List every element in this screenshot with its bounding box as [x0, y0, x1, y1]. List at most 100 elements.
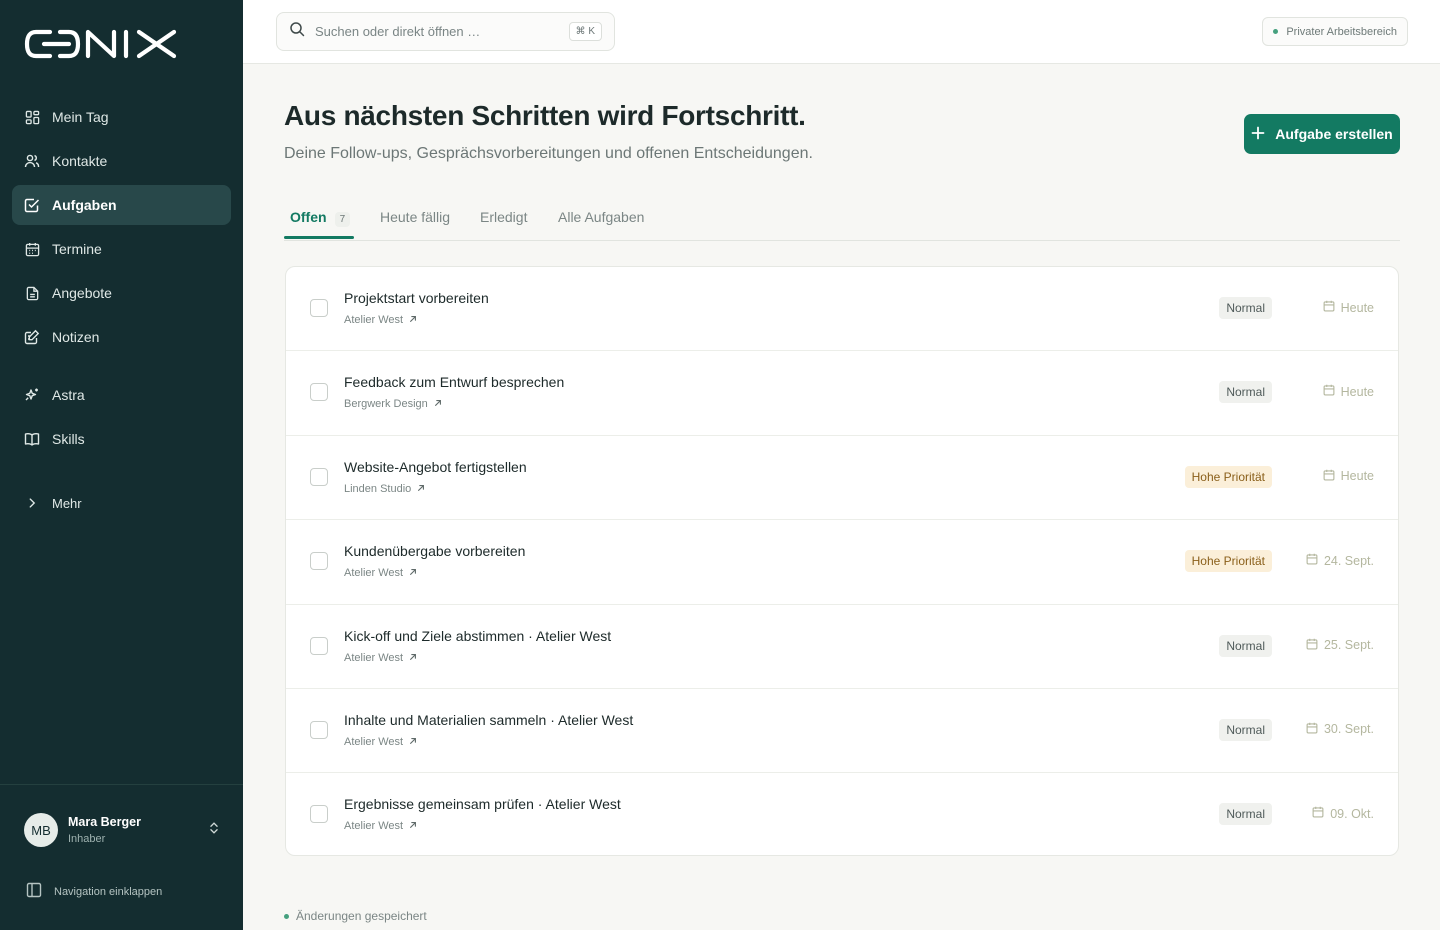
sidebar-item-label: Angebote — [52, 285, 112, 301]
sidebar-item-astra[interactable]: Astra — [12, 375, 231, 415]
calendar-icon — [1323, 384, 1335, 399]
sidebar-item-skills[interactable]: Skills — [12, 419, 231, 459]
task-company-link[interactable]: Atelier West — [344, 314, 417, 326]
task-row[interactable]: Kick-off und Ziele abstimmen · Atelier W… — [286, 605, 1398, 689]
tab-label: Heute fällig — [380, 209, 451, 225]
search-box[interactable]: ⌘ K — [276, 12, 615, 51]
workspace-switcher[interactable]: Privater Arbeitsbereich — [1262, 17, 1408, 46]
priority-badge: Hohe Priorität — [1184, 465, 1272, 488]
sidebar-item-label: Termine — [52, 241, 102, 257]
tab-count-badge: 7 — [334, 212, 351, 227]
tab-label: Alle Aufgaben — [558, 209, 645, 225]
task-checkbox[interactable] — [310, 720, 328, 739]
task-company: Atelier West — [344, 735, 404, 748]
create-task-button[interactable]: Aufgabe erstellen — [1244, 114, 1400, 154]
priority-badge: Normal — [1219, 718, 1272, 741]
task-row[interactable]: Kundenübergabe vorbereiten Atelier West … — [286, 520, 1398, 605]
task-due-date: 25. Sept. — [1306, 638, 1374, 653]
collapse-navigation-button[interactable]: Navigation einklappen — [26, 882, 162, 901]
tab-label: Erledigt — [480, 209, 528, 225]
task-row[interactable]: Website-Angebot fertigstellen Linden Stu… — [286, 436, 1398, 521]
sidebar-divider — [0, 784, 243, 785]
due-label: 24. Sept. — [1323, 553, 1374, 568]
due-label: 30. Sept. — [1323, 722, 1374, 737]
book-icon — [24, 431, 40, 447]
keyboard-shortcut-hint: ⌘ K — [568, 22, 602, 41]
task-company-link[interactable]: Linden Studio — [344, 483, 425, 495]
task-company: Bergwerk Design — [344, 398, 428, 411]
arrow-up-right-icon — [434, 398, 442, 410]
sidebar-item-kontakte[interactable]: Kontakte — [12, 141, 231, 181]
sidebar-item-label: Notizen — [52, 329, 100, 345]
task-due-date: Heute — [1323, 384, 1374, 399]
task-company-link[interactable]: Atelier West — [344, 820, 417, 832]
user-role: Inhaber — [68, 833, 106, 845]
task-due-date: 09. Okt. — [1312, 806, 1374, 821]
task-tabs: Offen 7 Heute fällig Erledigt Alle Aufgab… — [284, 200, 1400, 241]
task-company-link[interactable]: Atelier West — [344, 736, 417, 748]
task-checkbox[interactable] — [310, 805, 328, 824]
sidebar-item-label: Skills — [52, 431, 85, 447]
sidebar-item-mein-tag[interactable]: Mein Tag — [12, 97, 231, 137]
check-square-icon — [24, 197, 40, 213]
task-company: Atelier West — [344, 567, 404, 580]
task-company: Atelier West — [344, 651, 404, 664]
arrow-up-right-icon — [409, 736, 417, 748]
priority-badge: Normal — [1219, 634, 1272, 657]
task-title: Ergebnisse gemeinsam prüfen · Atelier We… — [344, 796, 621, 813]
task-row[interactable]: Projektstart vorbereiten Atelier West No… — [286, 267, 1398, 352]
page-subtitle: Deine Follow-ups, Gesprächsvorbereitunge… — [284, 145, 813, 162]
user-name: Mara Berger — [68, 815, 141, 829]
task-checkbox[interactable] — [310, 467, 328, 486]
tab-erledigt[interactable]: Erledigt — [480, 209, 527, 225]
task-list: Projektstart vorbereiten Atelier West No… — [285, 266, 1399, 856]
task-checkbox[interactable] — [310, 552, 328, 571]
workspace-label: Privater Arbeitsbereich — [1286, 25, 1397, 38]
priority-badge: Normal — [1219, 297, 1272, 319]
task-checkbox[interactable] — [310, 636, 328, 655]
task-title: Feedback zum Entwurf besprechen — [344, 374, 565, 391]
chevron-right-icon — [24, 495, 40, 511]
sidebar-item-mehr[interactable]: Mehr — [12, 483, 231, 523]
avatar: MB — [24, 813, 58, 847]
save-status: Änderungen gespeichert — [284, 909, 427, 923]
sidebar-item-aufgaben[interactable]: Aufgaben — [12, 185, 231, 225]
task-title: Inhalte und Materialien sammeln · Atelie… — [344, 711, 634, 728]
task-company-link[interactable]: Bergwerk Design — [344, 398, 442, 410]
tab-heute-faellig[interactable]: Heute fällig — [380, 209, 450, 225]
arrow-up-right-icon — [409, 820, 417, 832]
search-input[interactable] — [315, 24, 555, 39]
due-label: Heute — [1340, 469, 1374, 484]
create-task-label: Aufgabe erstellen — [1275, 126, 1393, 142]
task-checkbox[interactable] — [310, 383, 328, 402]
tab-offen[interactable]: Offen 7 — [290, 209, 351, 227]
plus-icon — [1251, 125, 1265, 143]
sidebar-item-notizen[interactable]: Notizen — [12, 317, 231, 357]
due-label: 25. Sept. — [1323, 638, 1374, 653]
tab-alle-aufgaben[interactable]: Alle Aufgaben — [558, 209, 644, 225]
chevron-up-down-icon[interactable] — [208, 821, 220, 840]
due-label: Heute — [1340, 300, 1374, 315]
task-checkbox[interactable] — [310, 299, 328, 317]
sidebar-nav: Mein Tag Kontakte Aufgaben Termine Angeb… — [12, 97, 231, 527]
task-row[interactable]: Feedback zum Entwurf besprechen Bergwerk… — [286, 351, 1398, 436]
sidebar-item-angebote[interactable]: Angebote — [12, 273, 231, 313]
priority-badge: Normal — [1219, 803, 1272, 826]
task-company-link[interactable]: Atelier West — [344, 652, 417, 664]
task-title: Kick-off und Ziele abstimmen · Atelier W… — [344, 627, 612, 644]
due-label: Heute — [1340, 384, 1374, 399]
page-title: Aus nächsten Schritten wird Fortschritt. — [284, 100, 806, 131]
task-company-link[interactable]: Atelier West — [344, 567, 417, 579]
sidebar-panel-icon — [26, 882, 42, 901]
calendar-icon — [24, 241, 40, 257]
arrow-up-right-icon — [417, 483, 425, 495]
sidebar-item-label: Astra — [52, 387, 85, 403]
sidebar-item-label: Mein Tag — [52, 109, 109, 125]
task-row[interactable]: Ergebnisse gemeinsam prüfen · Atelier We… — [286, 773, 1398, 855]
user-info: Mara Berger Inhaber — [68, 815, 141, 845]
calendar-icon — [1306, 638, 1318, 653]
user-menu[interactable]: MB Mara Berger Inhaber — [24, 810, 220, 850]
conix-logo[interactable] — [24, 28, 177, 60]
sidebar-item-termine[interactable]: Termine — [12, 229, 231, 269]
task-row[interactable]: Inhalte und Materialien sammeln · Atelie… — [286, 689, 1398, 774]
